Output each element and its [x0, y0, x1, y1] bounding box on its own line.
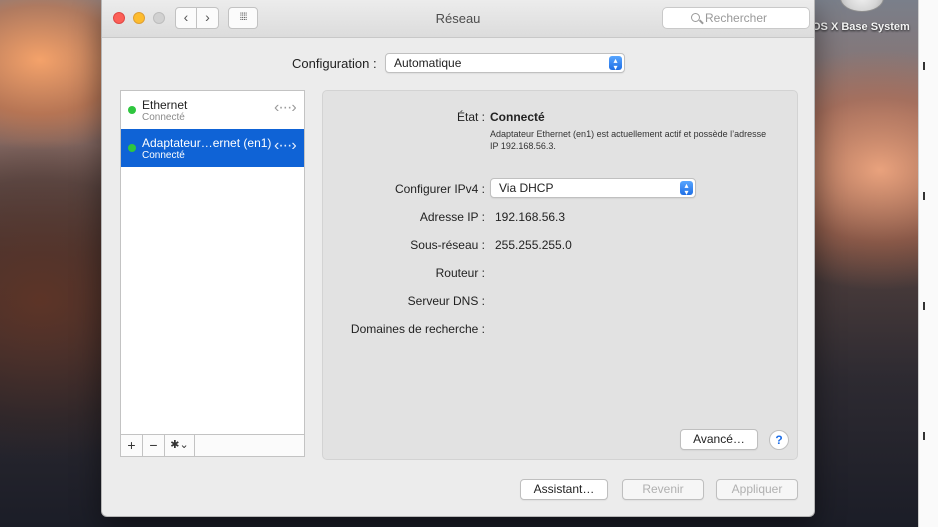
subnet-value: 255.255.255.0 — [495, 238, 572, 252]
state-label: État : — [456, 110, 485, 124]
status-dot-icon — [128, 106, 136, 114]
ip-address-label: Adresse IP : — [419, 210, 485, 224]
configure-ipv4-popup[interactable]: Via DHCP ▴ ▾ — [490, 178, 696, 198]
assistant-button[interactable]: Assistant… — [520, 479, 608, 500]
service-item-adapter-en1[interactable]: Adaptateur…ernet (en1) Connecté ‹···› — [121, 129, 304, 167]
add-service-button[interactable]: + — [121, 435, 143, 456]
configuration-popup[interactable]: Automatique ▴ ▾ — [385, 53, 625, 73]
service-status: Connecté — [142, 150, 185, 161]
ip-address-value: 192.168.56.3 — [495, 210, 566, 224]
status-dot-icon — [128, 144, 136, 152]
search-icon — [691, 13, 700, 22]
configure-ipv4-label: Configurer IPv4 : — [394, 182, 485, 196]
network-preferences-window: ‹ › ⁞⁞⁞⁞ Réseau Rechercher Configuration… — [101, 0, 815, 517]
disk-icon[interactable] — [840, 0, 884, 12]
edge-mark — [923, 62, 925, 70]
configure-ipv4-value: Via DHCP — [499, 181, 554, 195]
subnet-label: Sous-réseau : — [410, 238, 485, 252]
search-domains-label: Domaines de recherche : — [350, 322, 485, 336]
popup-stepper-icon: ▴ ▾ — [609, 56, 622, 72]
desktop-disk-label[interactable]: OS X Base System — [812, 21, 922, 33]
background-window-edge — [918, 0, 938, 527]
gear-menu-button[interactable]: ✱⌄ — [165, 435, 195, 456]
service-detail-panel: État : Connecté Adaptateur Ethernet (en1… — [322, 90, 798, 460]
apply-button[interactable]: Appliquer — [716, 479, 798, 500]
service-name: Adaptateur…ernet (en1) — [142, 136, 272, 150]
revert-button[interactable]: Revenir — [622, 479, 704, 500]
search-field[interactable]: Rechercher — [662, 7, 810, 29]
service-list[interactable]: Ethernet Connecté ‹···› Adaptateur…ernet… — [120, 90, 305, 435]
configuration-value: Automatique — [394, 56, 462, 70]
router-label: Routeur : — [435, 266, 485, 280]
edge-mark — [923, 432, 925, 440]
help-button[interactable]: ? — [769, 430, 789, 450]
service-item-ethernet[interactable]: Ethernet Connecté ‹···› — [121, 91, 304, 129]
edge-mark — [923, 192, 925, 200]
title-bar: ‹ › ⁞⁞⁞⁞ Réseau Rechercher — [102, 0, 814, 38]
service-status: Connecté — [142, 112, 185, 123]
advanced-button[interactable]: Avancé… — [680, 429, 758, 450]
edge-mark — [923, 302, 925, 310]
dns-server-label: Serveur DNS : — [407, 294, 485, 308]
service-name: Ethernet — [142, 98, 188, 112]
state-value: Connecté — [490, 110, 545, 124]
state-description: Adaptateur Ethernet (en1) est actuelleme… — [490, 129, 767, 151]
remove-service-button[interactable]: − — [143, 435, 165, 456]
ethernet-arrows-icon: ‹···› — [274, 137, 297, 154]
popup-stepper-icon: ▴ ▾ — [680, 181, 693, 197]
configuration-label: Configuration : — [292, 56, 377, 71]
service-list-toolbar: + − ✱⌄ — [120, 435, 305, 457]
search-placeholder: Rechercher — [705, 11, 768, 25]
